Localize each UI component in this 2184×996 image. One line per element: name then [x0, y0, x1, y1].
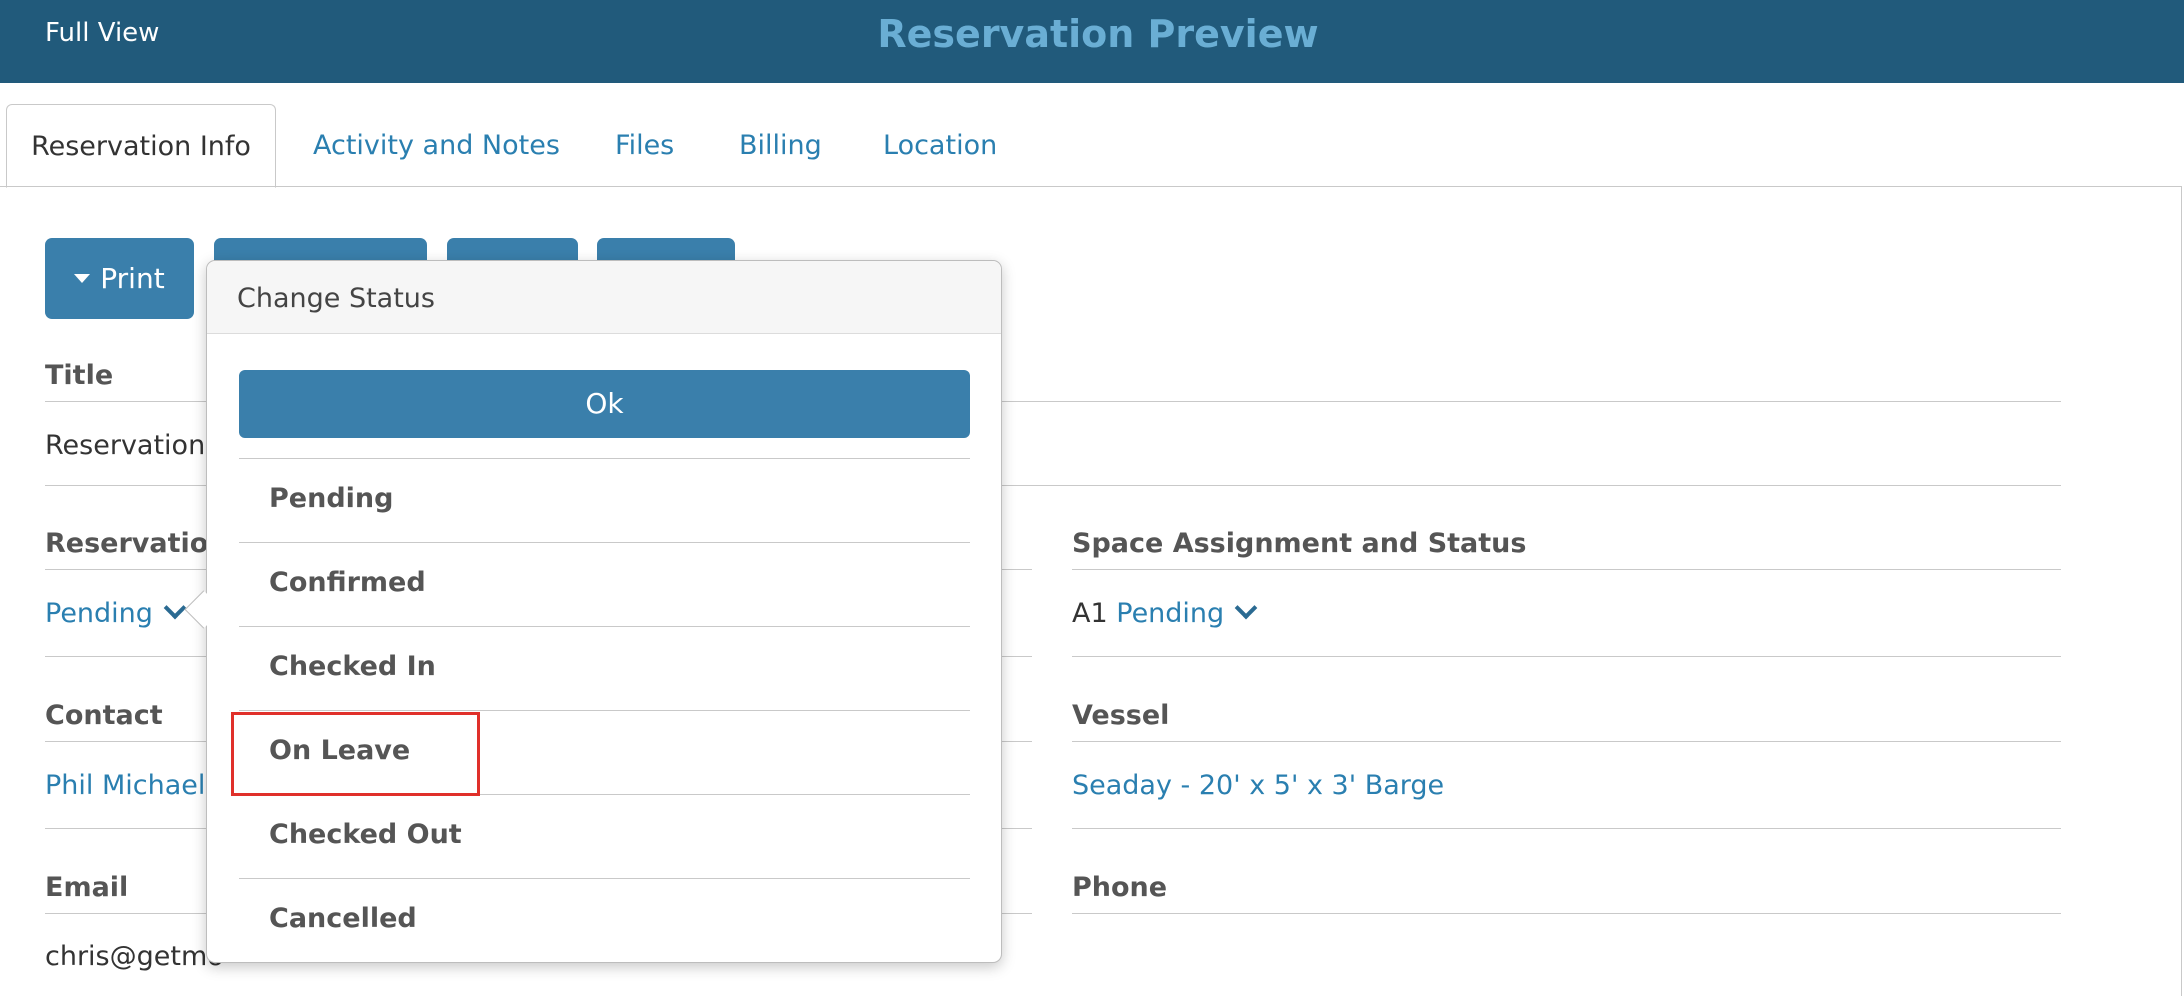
reservation-status-value: Pending — [45, 598, 153, 629]
tab-billing[interactable]: Billing — [739, 104, 822, 187]
chevron-down-icon — [163, 596, 187, 620]
popover-title: Change Status — [237, 283, 435, 314]
reservation-status-dropdown[interactable]: Pending — [45, 596, 187, 629]
status-option-pending[interactable]: Pending — [239, 458, 970, 542]
phone-label: Phone — [1072, 872, 1168, 903]
space-assignment-label: Space Assignment and Status — [1072, 528, 1527, 559]
change-status-popover: Change Status Ok Pending Confirmed Check… — [206, 260, 1002, 963]
divider — [1072, 913, 2061, 914]
status-option-label: Confirmed — [269, 567, 426, 598]
space-id: A1 — [1072, 598, 1108, 629]
caret-down-icon — [74, 274, 91, 283]
divider — [1072, 828, 2061, 829]
print-button-label: Print — [100, 262, 165, 295]
tab-divider — [0, 186, 2182, 187]
chevron-down-icon — [1234, 596, 1258, 620]
status-option-checked-out[interactable]: Checked Out — [239, 794, 970, 878]
content-border — [2181, 186, 2182, 996]
tab-location[interactable]: Location — [883, 104, 997, 187]
email-value: chris@getmo — [45, 941, 224, 972]
vessel-label: Vessel — [1072, 700, 1170, 731]
divider — [1072, 569, 2061, 570]
title-value: Reservation — [45, 430, 206, 461]
print-button[interactable]: Print — [45, 238, 194, 319]
tab-activity-and-notes[interactable]: Activity and Notes — [313, 104, 560, 187]
contact-label: Contact — [45, 700, 163, 731]
space-status-dropdown[interactable]: Pending — [1116, 596, 1258, 629]
tab-bar: Reservation Info Activity and Notes File… — [0, 104, 2184, 188]
tab-files[interactable]: Files — [615, 104, 674, 187]
status-option-label: Checked Out — [269, 819, 462, 850]
status-option-label: Pending — [269, 483, 394, 514]
contact-link[interactable]: Phil Michael — [45, 770, 205, 801]
email-label: Email — [45, 872, 129, 903]
status-option-label: Cancelled — [269, 903, 417, 934]
page-title: Reservation Preview — [877, 12, 1319, 56]
popover-header: Change Status — [207, 261, 1001, 334]
status-option-label: Checked In — [269, 651, 436, 682]
status-option-checked-in[interactable]: Checked In — [239, 626, 970, 710]
space-assignment-value: A1 Pending — [1072, 596, 1258, 629]
space-status-value: Pending — [1116, 598, 1225, 629]
ok-button[interactable]: Ok — [239, 370, 970, 438]
status-option-cancelled[interactable]: Cancelled — [239, 878, 970, 962]
divider — [1072, 741, 2061, 742]
top-bar: Full View Reservation Preview — [0, 0, 2184, 83]
vessel-link[interactable]: Seaday - 20' x 5' x 3' Barge — [1072, 770, 1444, 801]
status-option-confirmed[interactable]: Confirmed — [239, 542, 970, 626]
tab-reservation-info[interactable]: Reservation Info — [6, 104, 276, 188]
highlight-box — [231, 712, 480, 796]
reservation-status-label: Reservation — [45, 528, 228, 559]
divider — [1072, 656, 2061, 657]
title-label: Title — [45, 360, 114, 391]
